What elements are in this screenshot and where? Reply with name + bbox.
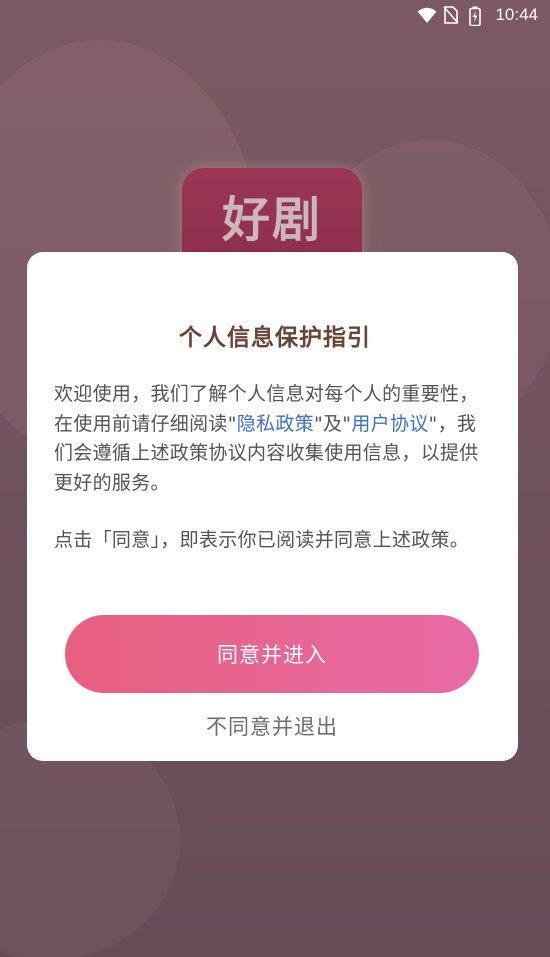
dialog-body: 欢迎使用，我们了解个人信息对每个人的重要性，在使用前请仔细阅读"隐私政策"及"用… bbox=[54, 380, 494, 556]
dialog-paragraph: 欢迎使用，我们了解个人信息对每个人的重要性，在使用前请仔细阅读"隐私政策"及"用… bbox=[54, 380, 494, 498]
battery-charging-icon bbox=[469, 6, 487, 27]
dialog-paragraph: 点击「同意」，即表示你已阅读并同意上述政策。 bbox=[54, 529, 470, 551]
agree-and-enter-button[interactable]: 同意并进入 bbox=[65, 615, 479, 693]
no-sim-icon bbox=[443, 6, 461, 24]
wifi-icon bbox=[417, 6, 437, 24]
privacy-policy-link[interactable]: 隐私政策 bbox=[237, 413, 314, 435]
body-text: "及" bbox=[313, 412, 352, 435]
disagree-and-exit-button[interactable]: 不同意并退出 bbox=[65, 706, 479, 746]
status-bar: 10:44 bbox=[0, 0, 550, 30]
dialog-title: 个人信息保护指引 bbox=[179, 325, 371, 351]
user-agreement-link[interactable]: 用户协议 bbox=[351, 413, 428, 435]
status-time: 10:44 bbox=[495, 5, 538, 24]
